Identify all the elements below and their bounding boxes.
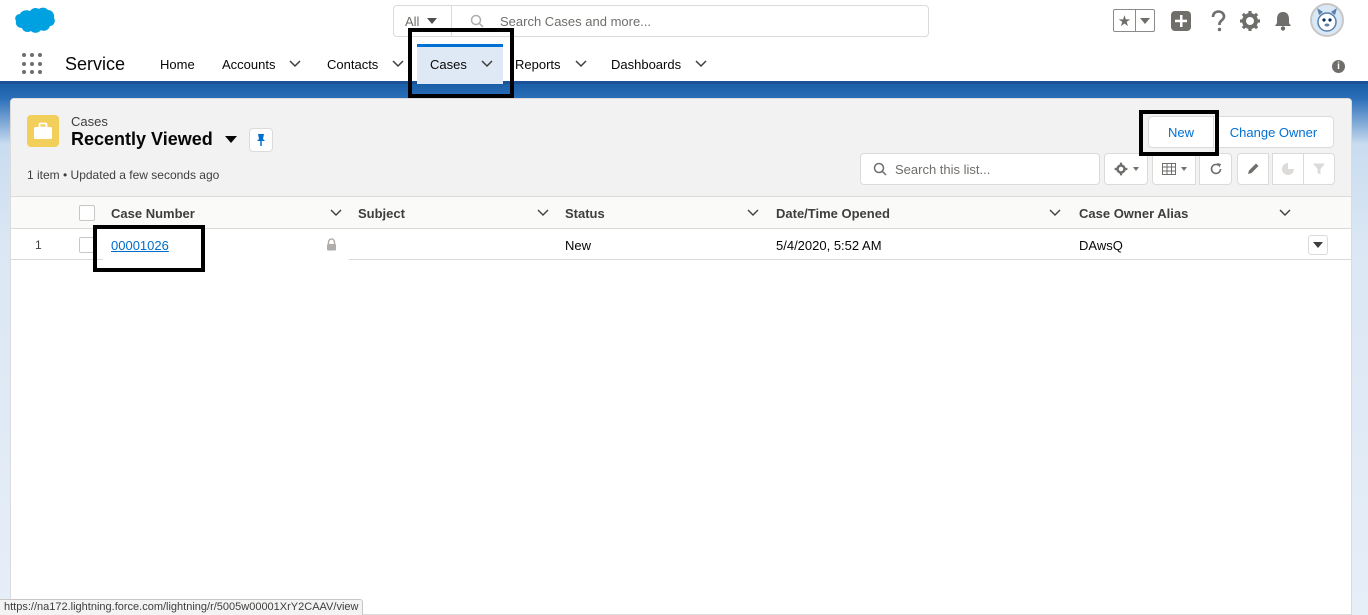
nav-item-label: Reports: [515, 56, 561, 72]
nav-item-cases[interactable]: Cases: [417, 44, 503, 84]
chevron-down-icon[interactable]: [481, 60, 493, 68]
caret-down-icon: [427, 18, 438, 24]
nav-item-home[interactable]: Home: [160, 44, 195, 84]
nav-item-label: Contacts: [327, 56, 379, 72]
notifications-bell-icon[interactable]: [1272, 10, 1294, 32]
nav-item-label: Home: [160, 56, 195, 72]
app-launcher-icon[interactable]: [22, 53, 44, 75]
lock-icon: [327, 238, 336, 251]
column-header-status[interactable]: Status: [565, 197, 605, 229]
refresh-button[interactable]: [1199, 153, 1232, 185]
column-label: Subject: [358, 205, 405, 221]
chevron-down-icon[interactable]: [575, 60, 587, 68]
chevron-down-icon[interactable]: [392, 60, 404, 68]
pin-icon: [257, 134, 265, 146]
nav-item-dashboards[interactable]: Dashboards: [611, 44, 707, 84]
cases-briefcase-icon: [27, 115, 59, 147]
app-nav-bar: Service Home Accounts Contacts Cases Rep…: [0, 44, 1368, 84]
nav-item-label: Dashboards: [611, 56, 682, 72]
case-number-link-cell[interactable]: 00001026: [111, 230, 169, 260]
list-view-title: Recently Viewed: [71, 129, 213, 149]
date-time-opened-cell: 5/4/2020, 5:52 AM: [776, 237, 882, 253]
chevron-down-icon[interactable]: [537, 206, 549, 220]
search-icon: [873, 162, 887, 176]
display-as-button[interactable]: [1152, 153, 1196, 185]
favorites-star-icon[interactable]: ★: [1114, 10, 1136, 31]
list-search-placeholder: Search this list...: [895, 161, 991, 177]
global-header: All Search Cases and more... ★: [0, 0, 1368, 44]
filter-button[interactable]: [1303, 153, 1335, 185]
new-button-label: New: [1167, 124, 1194, 140]
global-search-placeholder: Search Cases and more...: [500, 13, 652, 29]
column-header-case-owner-alias[interactable]: Case Owner Alias: [1079, 197, 1188, 229]
nav-item-label: Accounts: [222, 56, 276, 72]
charts-button[interactable]: [1272, 153, 1304, 185]
table-row[interactable]: 1 00001026 New 5/4/2020, 5:52 AM DAwsQ: [11, 230, 1351, 260]
row-number: 1: [35, 238, 42, 252]
refresh-icon: [1210, 163, 1221, 175]
chevron-down-icon[interactable]: [289, 60, 302, 68]
caret-down-icon: [1313, 242, 1323, 248]
new-button[interactable]: New: [1148, 116, 1214, 148]
search-icon: [470, 14, 484, 28]
case-owner-alias-cell: DAwsQ: [1079, 237, 1123, 253]
column-header-date-time-opened[interactable]: Date/Time Opened: [776, 197, 890, 229]
list-view-picker[interactable]: Recently Viewed: [71, 129, 237, 150]
caret-down-icon: [1180, 167, 1187, 171]
chevron-down-icon[interactable]: [330, 206, 342, 220]
nav-item-accounts[interactable]: Accounts: [222, 44, 302, 84]
setup-gear-icon[interactable]: [1239, 10, 1261, 32]
column-label: Case Owner Alias: [1079, 205, 1189, 221]
row-actions-button[interactable]: [1308, 235, 1328, 255]
global-search-input[interactable]: Search Cases and more...: [452, 6, 928, 36]
caret-down-icon: [1132, 167, 1139, 171]
chevron-down-icon[interactable]: [695, 60, 707, 68]
add-icon[interactable]: [1170, 10, 1192, 32]
search-scope-dropdown[interactable]: All: [394, 6, 452, 36]
column-label: Case Number: [111, 205, 195, 221]
status-cell: New: [565, 237, 592, 253]
table-icon: [1161, 163, 1176, 175]
row-select-checkbox[interactable]: [79, 237, 95, 253]
search-scope-label: All: [405, 13, 420, 29]
chevron-down-icon[interactable]: [747, 206, 759, 220]
column-label: Date/Time Opened: [776, 205, 890, 221]
salesforce-cloud-logo[interactable]: [13, 6, 55, 36]
global-search[interactable]: All Search Cases and more...: [393, 5, 929, 37]
user-avatar[interactable]: [1310, 3, 1344, 37]
case-number-link[interactable]: 00001026: [111, 238, 169, 253]
chevron-down-icon[interactable]: [1049, 206, 1061, 220]
select-all-checkbox[interactable]: [79, 205, 95, 221]
help-icon[interactable]: [1207, 10, 1229, 32]
table-header-row: Case Number Subject Status Date/Time Ope…: [11, 197, 1351, 229]
info-icon[interactable]: i: [1332, 60, 1345, 73]
pie-chart-icon: [1282, 163, 1294, 175]
column-label: Status: [565, 205, 605, 221]
pin-list-view-button[interactable]: [249, 128, 273, 152]
nav-item-label: Cases: [430, 56, 467, 72]
list-view-controls-button[interactable]: [1104, 153, 1148, 185]
filter-icon: [1313, 163, 1325, 175]
status-bar-url: https://na172.lightning.force.com/lightn…: [0, 599, 364, 615]
edit-list-button[interactable]: [1237, 153, 1269, 185]
object-label: Cases: [71, 114, 108, 129]
app-name: Service: [65, 54, 126, 74]
column-header-case-number[interactable]: Case Number: [111, 197, 195, 229]
change-owner-button-label: Change Owner: [1229, 124, 1318, 140]
favorites-list-button[interactable]: [1136, 10, 1154, 31]
nav-item-reports[interactable]: Reports: [515, 44, 587, 84]
change-owner-button[interactable]: Change Owner: [1213, 116, 1334, 148]
caret-down-icon[interactable]: [224, 136, 237, 143]
favorites-button-group: ★: [1113, 9, 1155, 32]
list-view-card: Cases Recently Viewed 1 item • Updated a…: [10, 98, 1352, 615]
list-search-input[interactable]: Search this list...: [860, 153, 1100, 185]
column-header-subject[interactable]: Subject: [358, 197, 405, 229]
gear-icon: [1114, 162, 1127, 176]
list-meta-text: 1 item • Updated a few seconds ago: [27, 168, 220, 182]
pencil-icon: [1248, 163, 1259, 174]
list-view-header: Cases Recently Viewed 1 item • Updated a…: [11, 99, 1351, 197]
nav-item-contacts[interactable]: Contacts: [327, 44, 404, 84]
caret-down-icon: [1140, 17, 1150, 24]
chevron-down-icon[interactable]: [1279, 206, 1291, 220]
